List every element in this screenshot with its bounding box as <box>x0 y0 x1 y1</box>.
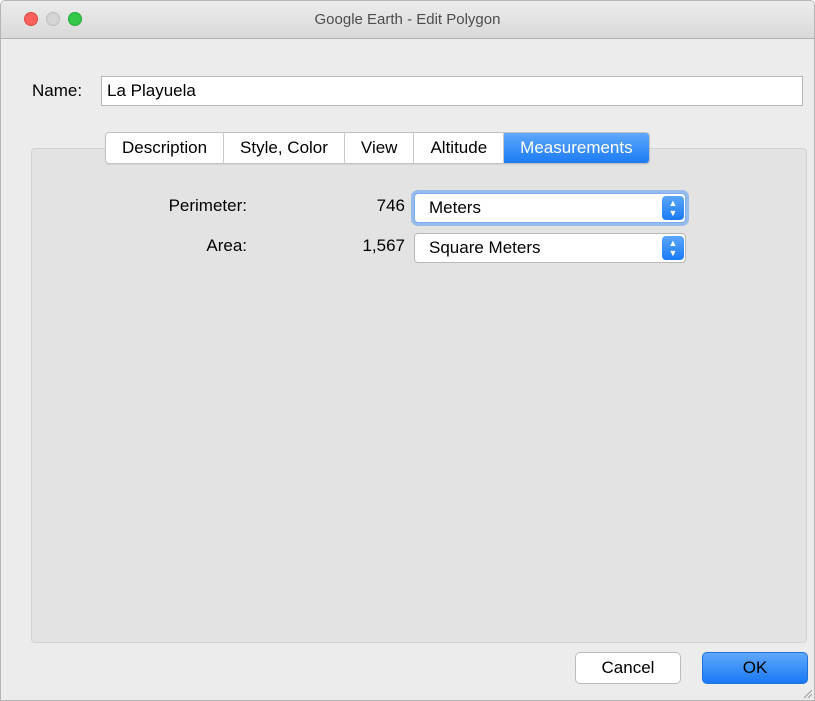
resize-grip-icon[interactable] <box>802 688 812 698</box>
cancel-button[interactable]: Cancel <box>575 652 681 684</box>
window-title: Google Earth - Edit Polygon <box>314 11 501 28</box>
perimeter-unit-value: Meters <box>429 198 481 217</box>
area-label: Area: <box>206 236 247 255</box>
tab-bar: Description Style, Color View Altitude M… <box>105 132 650 164</box>
perimeter-label: Perimeter: <box>168 196 247 215</box>
area-value: 1,567 <box>362 236 405 255</box>
name-input[interactable] <box>101 76 803 106</box>
area-unit-value: Square Meters <box>429 238 541 257</box>
perimeter-value: 746 <box>376 196 405 215</box>
dialog-window: Google Earth - Edit Polygon Name: Descri… <box>0 0 815 701</box>
title-bar[interactable]: Google Earth - Edit Polygon <box>1 1 814 39</box>
tab-measurements[interactable]: Measurements <box>504 133 649 163</box>
tab-view[interactable]: View <box>345 133 415 163</box>
area-unit-select[interactable]: Square Meters ▲ ▼ <box>414 233 686 263</box>
name-label: Name: <box>32 81 83 100</box>
updown-chevron-icon: ▲ ▼ <box>662 196 684 220</box>
tab-description[interactable]: Description <box>106 133 225 163</box>
ok-button[interactable]: OK <box>702 652 808 684</box>
tab-style-color[interactable]: Style, Color <box>224 133 345 163</box>
tab-altitude[interactable]: Altitude <box>414 133 505 163</box>
perimeter-unit-select[interactable]: Meters ▲ ▼ <box>414 193 686 223</box>
updown-chevron-icon: ▲ ▼ <box>662 236 684 260</box>
